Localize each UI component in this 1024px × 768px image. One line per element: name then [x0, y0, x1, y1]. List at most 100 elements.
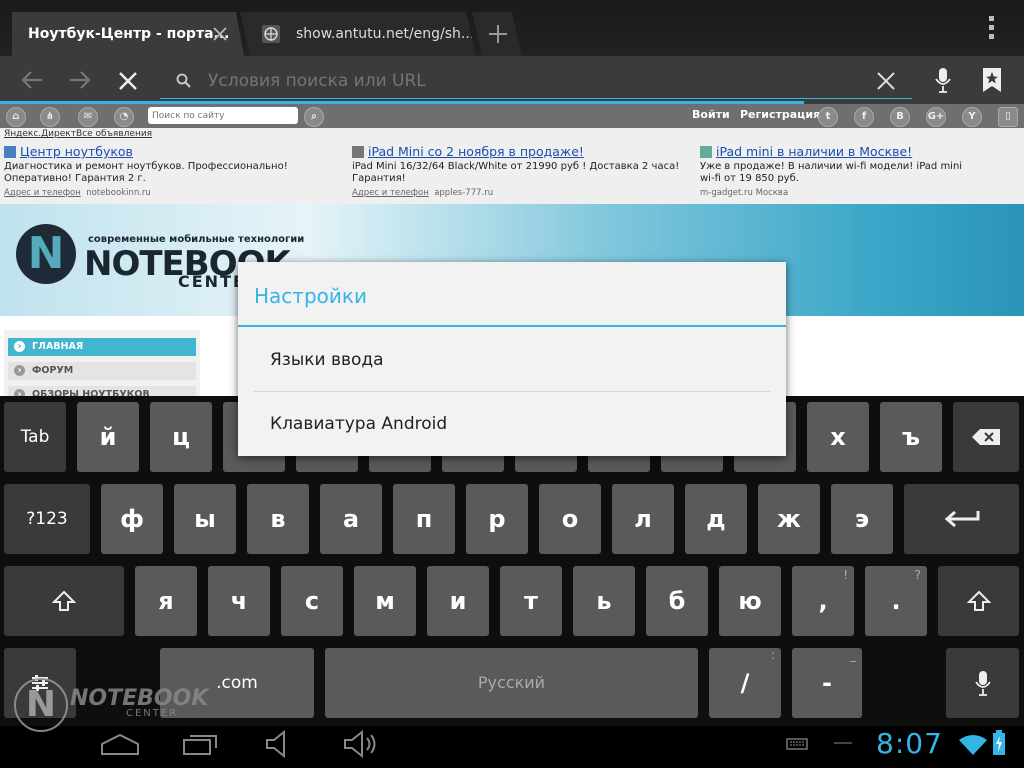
slash-hint: :	[770, 648, 775, 662]
stop-loading-icon[interactable]	[118, 71, 138, 91]
globe-icon	[262, 25, 280, 43]
key-ж[interactable]: ж	[758, 484, 820, 554]
sitemap-icon[interactable]: ⋔	[40, 107, 60, 127]
yandex-icon[interactable]: Y	[962, 107, 982, 127]
ad-address-link[interactable]: Адрес и телефон	[352, 188, 429, 198]
recent-apps-icon[interactable]	[182, 732, 218, 756]
key-ы[interactable]: ы	[174, 484, 236, 554]
dialog-item-android-keyboard[interactable]: Клавиатура Android	[238, 392, 786, 456]
url-bar	[0, 56, 1024, 104]
dash-key[interactable]: - _	[792, 648, 862, 718]
ad-description: Диагностика и ремонт ноутбуков. Професси…	[4, 161, 288, 184]
comma-key[interactable]: ,!	[792, 566, 854, 636]
period-hint: ?	[914, 568, 921, 582]
site-menu-item-forum[interactable]: ФОРУМ	[8, 362, 196, 380]
key-в[interactable]: в	[247, 484, 309, 554]
overflow-menu-icon[interactable]	[988, 16, 996, 40]
volume-up-icon[interactable]	[342, 730, 378, 758]
key-х[interactable]: х	[807, 402, 869, 472]
ad-meta: Адрес и телефон notebookinn.ru	[4, 188, 334, 198]
key-ц[interactable]: ц	[150, 402, 212, 472]
login-link[interactable]: Войти	[692, 108, 730, 121]
period-key[interactable]: .?	[865, 566, 927, 636]
key-я[interactable]: я	[135, 566, 197, 636]
key-ь[interactable]: ь	[573, 566, 635, 636]
battery-charging-icon	[993, 730, 1005, 755]
ad-title-link[interactable]: iPad mini в наличии в Москве!	[700, 144, 970, 159]
register-link[interactable]: Регистрация	[740, 108, 820, 121]
ad-title-link[interactable]: iPad Mini со 2 ноября в продаже!	[352, 144, 682, 159]
url-input[interactable]	[208, 68, 868, 94]
ad-title-text[interactable]: iPad mini в наличии в Москве!	[716, 144, 912, 159]
back-arrow-icon[interactable]	[20, 69, 44, 91]
key-ф[interactable]: ф	[101, 484, 163, 554]
mail-icon[interactable]: ✉	[78, 107, 98, 127]
key-т[interactable]: т	[500, 566, 562, 636]
dialog-item-input-languages[interactable]: Языки ввода	[238, 328, 786, 392]
key-и[interactable]: и	[427, 566, 489, 636]
new-tab-button[interactable]	[472, 12, 522, 56]
key-б[interactable]: б	[646, 566, 708, 636]
all-ads-link[interactable]: Все объявления	[76, 129, 152, 139]
clear-input-icon[interactable]	[876, 71, 896, 91]
facebook-icon[interactable]: f	[854, 107, 874, 127]
microphone-icon[interactable]	[934, 67, 952, 93]
ad-domain: apples-777.ru	[434, 188, 494, 198]
ad-title-link[interactable]: Центр ноутбуков	[4, 144, 334, 159]
key-р[interactable]: р	[466, 484, 528, 554]
tab-antutu[interactable]: show.antutu.net/eng/sh...	[240, 12, 476, 56]
key-ч[interactable]: ч	[208, 566, 270, 636]
key-а[interactable]: а	[320, 484, 382, 554]
space-key[interactable]: Русский	[325, 648, 698, 718]
search-icon	[176, 73, 191, 88]
voice-input-key[interactable]	[946, 648, 1019, 718]
site-logo-mark[interactable]: N	[16, 224, 76, 284]
bookmark-icon[interactable]	[982, 67, 1002, 93]
backspace-key[interactable]	[953, 402, 1019, 472]
shift-right-key[interactable]	[938, 566, 1019, 636]
key-о[interactable]: о	[539, 484, 601, 554]
ad-address-link[interactable]: Адрес и телефон	[4, 188, 81, 198]
home-icon[interactable]	[100, 732, 140, 756]
key-п[interactable]: п	[393, 484, 455, 554]
close-tab-icon[interactable]	[212, 26, 228, 42]
wifi-icon	[959, 735, 987, 755]
slash-key[interactable]: /:	[709, 648, 781, 718]
tab-notebook-center[interactable]: Ноутбук-Центр - порта...	[12, 12, 244, 56]
ad-description: Уже в продаже! В наличии wi-fi модели! i…	[700, 161, 963, 184]
google-plus-icon[interactable]: G+	[926, 107, 946, 127]
ad-item: iPad mini в наличии в Москве! Уже в прод…	[700, 144, 970, 198]
clock[interactable]: 8:07	[876, 726, 943, 762]
site-search-button-icon[interactable]: ⌕	[304, 107, 324, 127]
rss-icon[interactable]: ◔	[114, 107, 134, 127]
ad-meta: Адрес и телефон apples-777.ru	[352, 188, 682, 198]
site-search-input[interactable]	[148, 107, 298, 124]
shift-left-key[interactable]	[4, 566, 124, 636]
key-м[interactable]: м	[354, 566, 416, 636]
mobile-version-icon[interactable]: ▯	[998, 107, 1018, 127]
key-д[interactable]: д	[685, 484, 747, 554]
key-ъ[interactable]: ъ	[880, 402, 942, 472]
volume-down-icon[interactable]	[264, 730, 296, 758]
key-й[interactable]: й	[77, 402, 139, 472]
key-с[interactable]: с	[281, 566, 343, 636]
ad-title-text[interactable]: Центр ноутбуков	[20, 144, 133, 159]
enter-key[interactable]	[904, 484, 1019, 554]
dash-hint: _	[850, 648, 856, 662]
key-л[interactable]: л	[612, 484, 674, 554]
site-menu-item-home[interactable]: ГЛАВНАЯ	[8, 338, 196, 356]
home-icon[interactable]: ⌂	[6, 107, 26, 127]
symbols-key[interactable]: ?123	[4, 484, 90, 554]
yandex-direct-link[interactable]: Яндекс.Директ	[4, 129, 76, 139]
ad-item: iPad Mini со 2 ноября в продаже! iPad Mi…	[352, 144, 682, 198]
vkontakte-icon[interactable]: B	[890, 107, 910, 127]
twitter-icon[interactable]: t	[818, 107, 838, 127]
dialog-title-divider	[238, 325, 786, 327]
key-э[interactable]: э	[831, 484, 893, 554]
forward-arrow-icon[interactable]	[68, 69, 92, 91]
ad-meta: m-gadget.ru Москва	[700, 188, 970, 198]
site-toolbar: ⌂ ⋔ ✉ ◔ ⌕ Войти Регистрация t f B G+ Y ▯	[0, 104, 1024, 128]
tab-key[interactable]: Tab	[4, 402, 66, 472]
notification-dash-icon	[834, 742, 852, 744]
ad-title-text[interactable]: iPad Mini со 2 ноября в продаже!	[368, 144, 584, 159]
